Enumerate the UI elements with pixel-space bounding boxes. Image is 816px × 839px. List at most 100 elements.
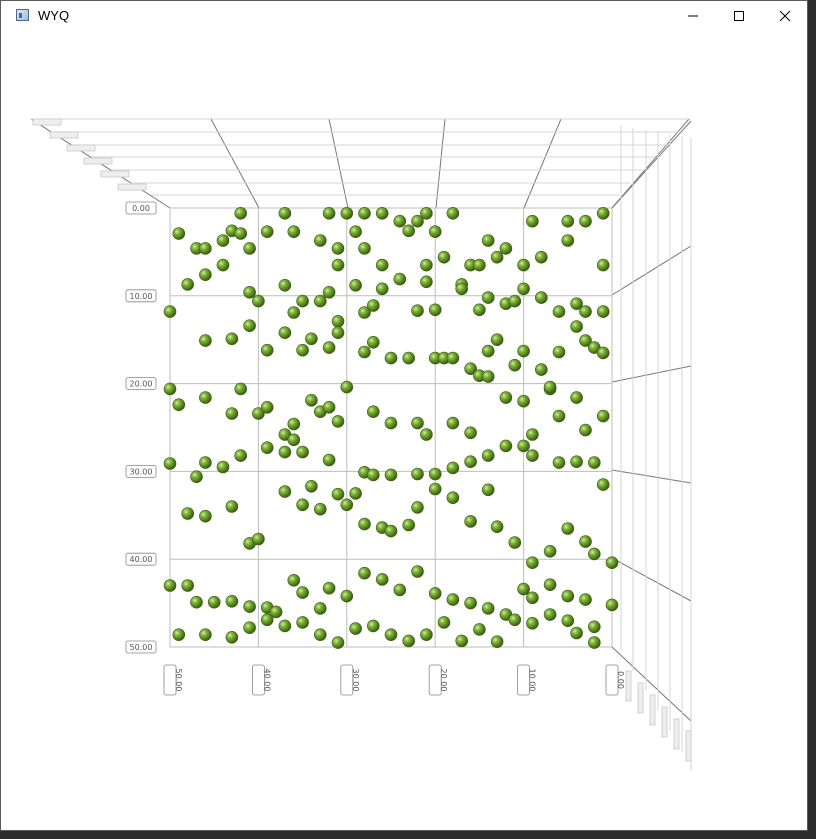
svg-text:50.00: 50.00 — [174, 669, 183, 692]
data-point — [526, 616, 539, 630]
data-point — [305, 479, 318, 493]
maximize-button[interactable] — [716, 1, 762, 31]
data-point — [278, 485, 292, 498]
data-point — [358, 242, 371, 255]
data-point — [579, 214, 592, 228]
y-tick-label: 0.00 — [125, 201, 157, 215]
data-point — [517, 258, 530, 272]
data-point — [428, 467, 442, 481]
data-point — [402, 634, 416, 648]
y-tick-label: 10.00 — [125, 289, 157, 303]
data-point — [517, 394, 530, 408]
data-point — [579, 593, 592, 606]
data-point — [393, 583, 407, 597]
data-point — [587, 456, 601, 469]
y-tick-label: 40.00 — [125, 552, 157, 566]
data-point — [313, 234, 327, 247]
data-point — [543, 608, 557, 621]
data-point — [296, 445, 309, 459]
far-tick-box — [49, 131, 79, 139]
far-tick-box — [100, 170, 130, 178]
data-point — [508, 358, 522, 372]
data-point — [199, 242, 212, 255]
far-tick-box — [625, 670, 632, 702]
data-point — [570, 455, 583, 469]
data-point — [384, 416, 398, 430]
data-point — [561, 234, 575, 247]
data-point — [243, 621, 256, 635]
data-point — [278, 279, 292, 292]
data-point — [163, 579, 177, 592]
background-strip — [808, 0, 816, 839]
data-point — [561, 614, 575, 628]
data-point — [234, 449, 247, 462]
data-point — [481, 602, 495, 615]
data-point — [473, 258, 486, 272]
data-point — [349, 487, 362, 500]
data-point — [393, 214, 407, 228]
data-point — [358, 345, 371, 359]
data-point — [552, 345, 566, 359]
data-point — [411, 565, 424, 578]
data-point — [384, 524, 398, 538]
x-tick-label: 20.00 — [428, 664, 448, 696]
app-window: WYQ 0.00 10.00 20.00 30.00 40.00 50.00 5… — [0, 0, 808, 831]
data-point — [296, 343, 309, 357]
data-point — [278, 619, 292, 633]
data-point — [517, 282, 530, 296]
y-tick-label: 50.00 — [125, 640, 157, 654]
data-point — [464, 426, 477, 440]
data-point — [561, 589, 575, 603]
data-point — [402, 224, 416, 238]
data-point — [199, 509, 212, 523]
right-wall-line — [611, 365, 692, 383]
data-point — [428, 482, 442, 496]
data-point — [490, 635, 504, 649]
far-tick-box — [117, 183, 147, 191]
data-point — [296, 616, 309, 629]
data-point — [234, 382, 247, 396]
svg-text:40.00: 40.00 — [262, 669, 271, 692]
data-point — [340, 498, 354, 512]
close-button[interactable] — [762, 1, 808, 31]
data-point — [570, 626, 583, 640]
data-point — [499, 439, 513, 453]
data-point — [199, 268, 212, 281]
data-point — [260, 613, 274, 627]
minimize-button[interactable] — [670, 1, 716, 31]
data-point — [420, 207, 433, 220]
data-point — [172, 628, 186, 642]
data-point — [570, 320, 583, 333]
data-point — [243, 600, 256, 613]
background-bottom-strip — [0, 831, 816, 839]
close-icon — [779, 10, 791, 22]
data-point — [605, 598, 619, 612]
data-point — [252, 294, 265, 308]
data-point — [481, 483, 495, 497]
minimize-icon — [688, 15, 698, 17]
far-tick-box — [637, 682, 644, 714]
data-point — [225, 630, 239, 644]
title-bar[interactable]: WYQ — [1, 1, 807, 31]
x-tick-label: 40.00 — [251, 664, 271, 696]
data-point — [366, 335, 380, 349]
y-tick-label: 30.00 — [125, 464, 157, 478]
x-tick-label: 50.00 — [163, 664, 183, 696]
data-point — [260, 343, 274, 357]
data-point — [402, 518, 416, 532]
data-point — [464, 515, 477, 528]
data-point — [331, 242, 345, 255]
scatter-3d-chart[interactable]: 0.00 10.00 20.00 30.00 40.00 50.00 50.00 40.00 3… — [1, 31, 807, 830]
data-point — [172, 398, 186, 412]
data-point — [199, 628, 212, 642]
data-point — [402, 351, 416, 365]
data-point — [579, 535, 592, 548]
data-point — [481, 449, 495, 462]
data-point — [340, 207, 354, 220]
data-point — [499, 242, 513, 255]
data-point — [296, 294, 309, 308]
data-point — [287, 433, 301, 447]
data-point — [411, 501, 424, 514]
data-point — [225, 407, 239, 420]
data-point — [446, 593, 460, 606]
